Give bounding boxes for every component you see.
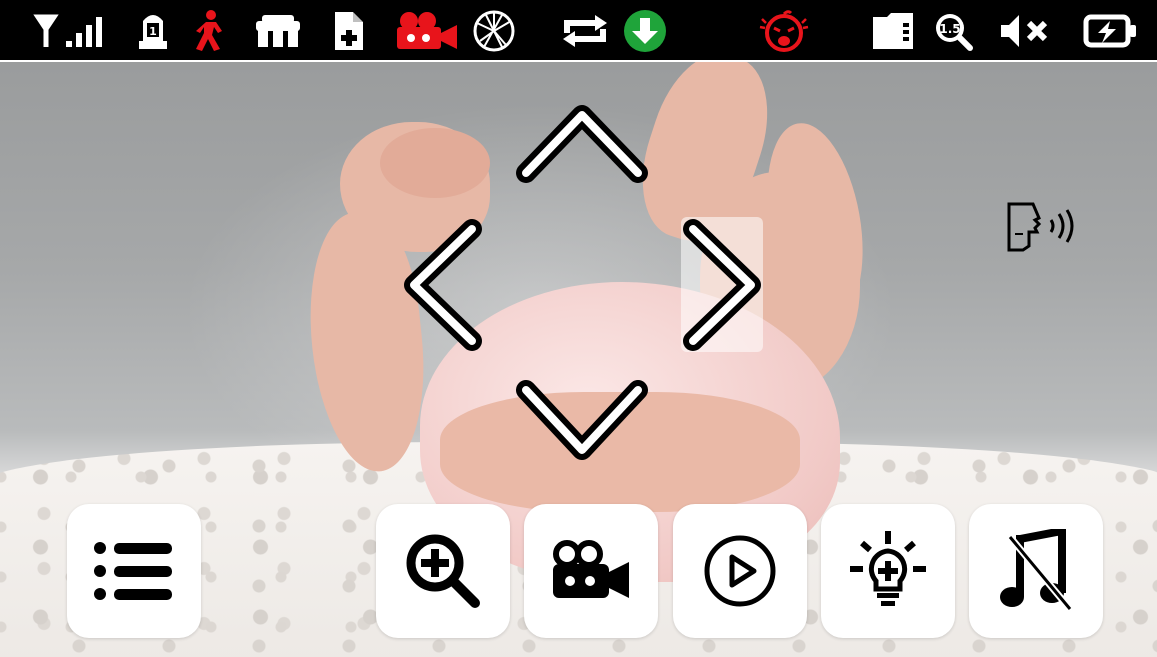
pan-right-button[interactable] — [681, 219, 763, 351]
playback-icon — [704, 535, 776, 607]
camera-group-icon — [254, 9, 302, 53]
baby-crying-icon — [758, 9, 810, 53]
signal-strength-icon — [32, 9, 114, 53]
pan-down-button[interactable] — [516, 380, 648, 462]
menu-icon — [94, 542, 172, 600]
svg-text:1.5: 1.5 — [939, 22, 960, 36]
video-record-button[interactable] — [524, 504, 658, 638]
chevron-down-icon — [516, 380, 648, 460]
music-off-icon — [1000, 529, 1073, 612]
svg-text:1: 1 — [149, 25, 157, 38]
add-file-icon — [333, 9, 365, 53]
baby-foot-left — [380, 128, 490, 198]
lullaby-temperature-icon: 1 — [137, 9, 169, 53]
chevron-up-icon — [516, 105, 648, 183]
chevron-right-icon — [683, 219, 761, 351]
sd-card-icon — [871, 9, 915, 53]
zoom-in-icon — [406, 534, 480, 608]
recording-video-icon — [395, 9, 459, 53]
network-globe-icon — [472, 9, 516, 53]
pan-left-button[interactable] — [402, 219, 484, 351]
music-off-button[interactable] — [969, 504, 1103, 638]
repeat-icon — [561, 9, 609, 53]
night-light-button[interactable] — [821, 504, 955, 638]
zoom-level-icon: 1.5 — [933, 9, 973, 53]
mute-speaker-icon — [997, 9, 1053, 53]
download-icon — [623, 9, 667, 53]
video-record-icon — [553, 540, 629, 598]
pan-up-button[interactable] — [516, 103, 648, 183]
night-light-icon — [850, 531, 926, 606]
battery-charging-icon — [1082, 9, 1138, 53]
menu-button[interactable] — [67, 504, 201, 638]
zoom-in-button[interactable] — [376, 504, 510, 638]
motion-detect-icon — [192, 9, 228, 53]
status-bar: 1 1.5 — [0, 0, 1157, 62]
push-to-talk-icon[interactable] — [1005, 202, 1089, 256]
playback-button[interactable] — [673, 504, 807, 638]
chevron-left-icon — [404, 219, 482, 351]
